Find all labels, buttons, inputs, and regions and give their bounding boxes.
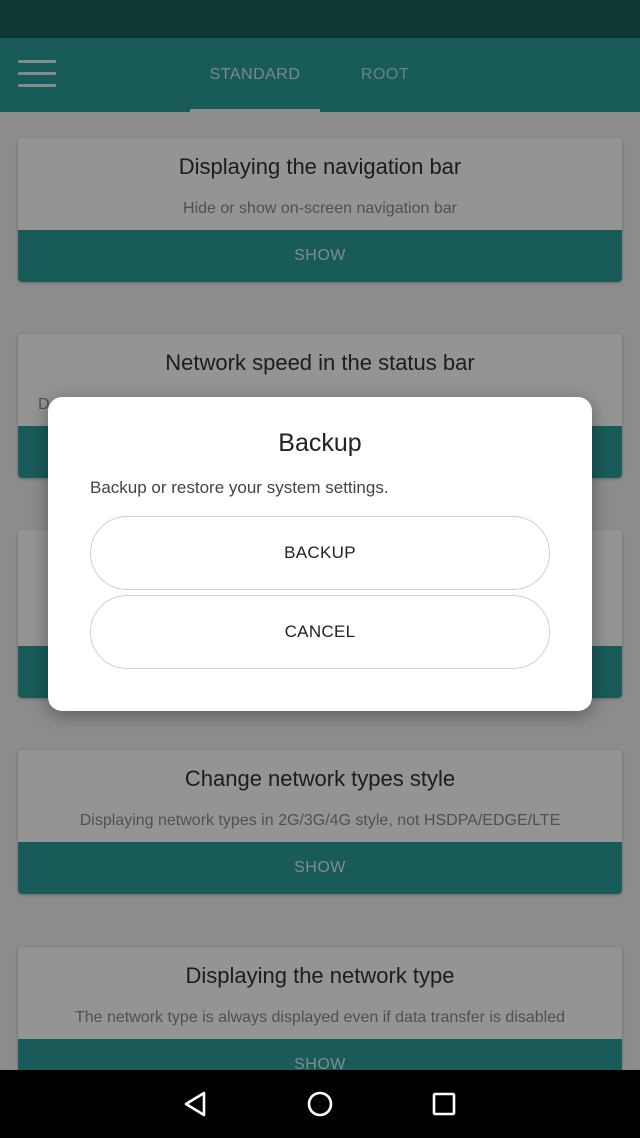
backup-button[interactable]: BACKUP [90,516,550,590]
cancel-button[interactable]: CANCEL [90,595,550,669]
back-icon[interactable] [176,1084,216,1124]
navigation-bar [0,1070,640,1138]
home-icon[interactable] [300,1084,340,1124]
backup-dialog: Backup Backup or restore your system set… [48,397,592,711]
dialog-title: Backup [278,429,362,457]
recent-apps-icon[interactable] [424,1084,464,1124]
dialog-message: Backup or restore your system settings. [90,478,389,497]
